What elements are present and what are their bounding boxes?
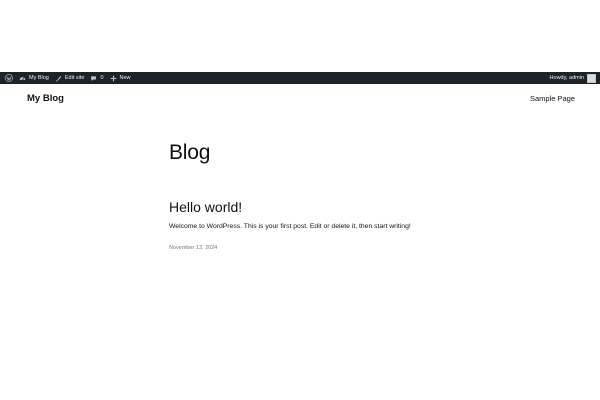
site-name-label: My Blog [29,75,49,81]
avatar [587,73,596,83]
new-content-button[interactable]: New [107,72,134,84]
plus-icon [110,75,116,81]
page: My Blog Edit site 0 New Howdy, admin My … [0,0,600,400]
admin-bar: My Blog Edit site 0 New Howdy, admin [0,72,600,84]
edit-site-label: Edit site [64,75,85,81]
nav-link-sample-page[interactable]: Sample Page [530,94,575,103]
my-account-menu[interactable]: Howdy, admin [550,72,596,84]
edit-site-button[interactable]: Edit site [52,72,88,84]
greeting-text: Howdy, admin [549,75,584,81]
comments-button[interactable]: 0 [87,72,106,84]
site-name-menu[interactable]: My Blog [16,72,52,84]
post-title-link[interactable]: Hello world! [169,199,242,215]
post-excerpt: Welcome to WordPress. This is your first… [169,223,411,230]
page-title: Blog [169,141,211,164]
comments-count: 0 [100,75,104,81]
site-title[interactable]: My Blog [27,93,64,104]
wordpress-menu-button[interactable] [2,72,16,84]
comment-bubble-icon [91,75,97,81]
admin-bar-left: My Blog Edit site 0 New [2,72,134,84]
post-date[interactable]: November 13, 2024 [169,245,217,251]
wordpress-logo-icon [5,74,13,82]
dashboard-icon [19,76,26,80]
new-label: New [119,75,131,81]
brush-icon [55,75,62,82]
